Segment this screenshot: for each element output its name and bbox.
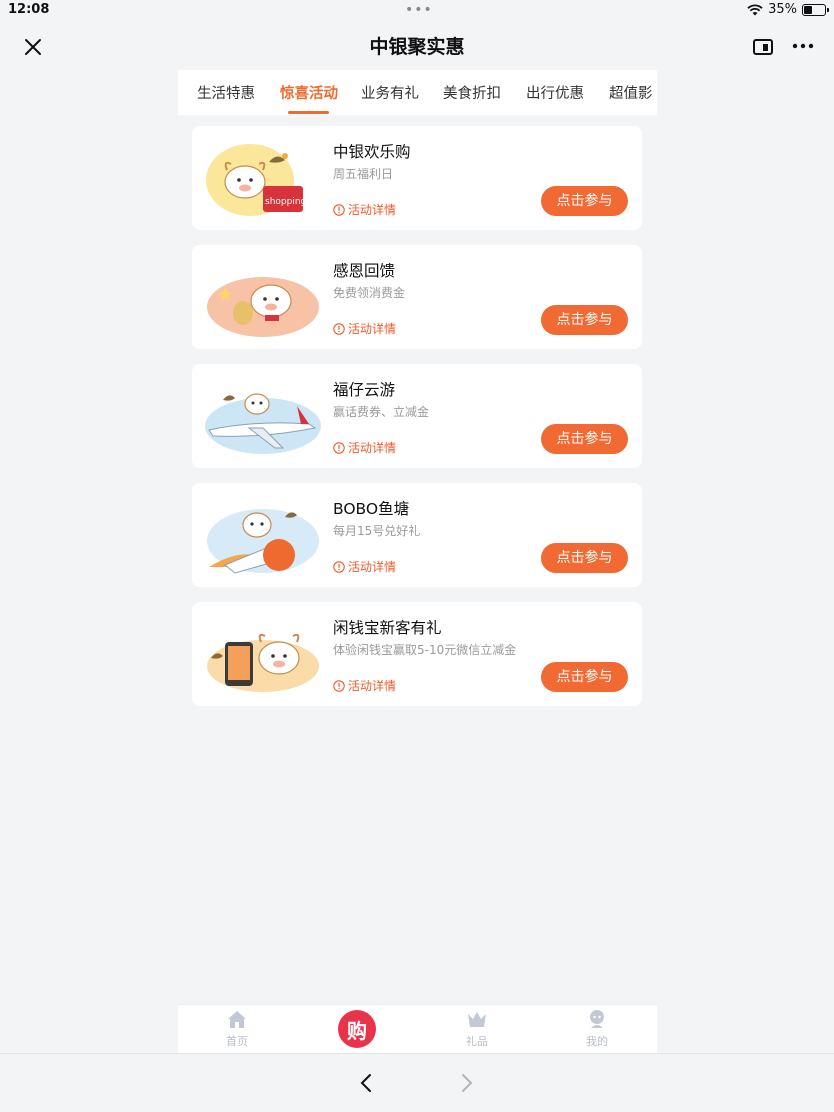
rocket-illustration: [205, 495, 323, 575]
tab-food-discounts[interactable]: 美食折扣: [443, 82, 501, 103]
participate-button[interactable]: 点击参与: [541, 186, 628, 216]
activity-detail-link[interactable]: 活动详情: [333, 677, 396, 694]
tab-mine[interactable]: 我的: [567, 1009, 627, 1049]
more-icon[interactable]: [790, 34, 816, 58]
shopping-bag-text: shopping: [265, 197, 306, 207]
shop-glyph: 购: [347, 1018, 367, 1043]
card-subtitle: 赢话费券、立减金: [333, 405, 430, 419]
forward-arrow-icon[interactable]: [457, 1072, 477, 1094]
detail-label: 活动详情: [348, 560, 397, 574]
card-subtitle: 免费领消费金: [333, 286, 406, 300]
activity-detail-link[interactable]: 活动详情: [333, 439, 396, 456]
multitask-dots-icon[interactable]: •••: [405, 2, 433, 18]
detail-label: 活动详情: [348, 679, 397, 693]
info-icon: [333, 679, 345, 692]
detail-label: 活动详情: [348, 322, 397, 336]
card-subtitle: 体验闲钱宝赢取5-10元微信立减金: [333, 643, 517, 657]
card-subtitle: 周五福利日: [333, 167, 394, 181]
wifi-icon: [747, 3, 763, 15]
activity-card[interactable]: shopping 中银欢乐购 周五福利日 活动详情 点击参与: [192, 126, 642, 230]
card-title: BOBO鱼塘: [333, 500, 410, 518]
info-icon: [333, 322, 345, 335]
tab-travel-offers[interactable]: 出行优惠: [526, 82, 584, 103]
battery-level: [804, 5, 812, 14]
participate-button[interactable]: 点击参与: [541, 424, 628, 454]
status-time: 12:08: [8, 2, 50, 17]
activity-card[interactable]: 感恩回馈 免费领消费金 活动详情 点击参与: [192, 245, 642, 349]
tab-home-label: 首页: [226, 1035, 248, 1048]
card-title: 福仔云游: [333, 381, 396, 399]
crown-icon: [468, 1012, 486, 1027]
airplane-illustration: [205, 376, 323, 456]
info-icon: [333, 203, 345, 216]
card-title: 感恩回馈: [333, 262, 396, 280]
status-bar: 12:08 ••• 35%: [0, 0, 834, 22]
activity-detail-link[interactable]: 活动详情: [333, 558, 396, 575]
tab-business-gifts[interactable]: 业务有礼: [361, 82, 419, 103]
card-title: 中银欢乐购: [333, 143, 411, 161]
info-icon: [333, 441, 345, 454]
floating-window-icon[interactable]: [752, 36, 774, 58]
battery-icon: [802, 3, 829, 16]
tab-home[interactable]: 首页: [207, 1009, 267, 1049]
tab-movie-deals[interactable]: 超值影: [609, 82, 653, 103]
info-icon: [333, 560, 345, 573]
shop-center-button[interactable]: 购: [338, 1010, 376, 1048]
navbar: 中银聚实惠: [0, 22, 834, 70]
battery-percent: 35%: [768, 2, 797, 17]
category-tabs: 生活特惠 惊喜活动 业务有礼 美食折扣 出行优惠 超值影: [178, 70, 657, 115]
participate-button[interactable]: 点击参与: [541, 662, 628, 692]
activity-detail-link[interactable]: 活动详情: [333, 201, 396, 218]
detail-label: 活动详情: [348, 441, 397, 455]
app-tab-bar: 首页 购 礼品 我的: [178, 1004, 657, 1053]
home-icon: [228, 1011, 246, 1028]
browser-toolbar: [0, 1053, 834, 1112]
tab-gifts[interactable]: 礼品: [447, 1009, 507, 1049]
card-subtitle: 每月15号兑好礼: [333, 524, 421, 538]
back-arrow-icon[interactable]: [356, 1072, 376, 1094]
detail-label: 活动详情: [348, 203, 397, 217]
active-tab-indicator: [288, 111, 329, 114]
tab-gifts-label: 礼品: [466, 1035, 488, 1048]
user-icon: [590, 1010, 604, 1028]
activity-card[interactable]: 闲钱宝新客有礼 体验闲钱宝赢取5-10元微信立减金 活动详情 点击参与: [192, 602, 642, 706]
shopping-illustration: shopping: [205, 138, 323, 218]
wealth-illustration: [205, 614, 323, 694]
tab-life-deals[interactable]: 生活特惠: [197, 82, 255, 103]
card-title: 闲钱宝新客有礼: [333, 619, 442, 637]
activity-card[interactable]: 福仔云游 赢话费券、立减金 活动详情 点击参与: [192, 364, 642, 468]
activity-detail-link[interactable]: 活动详情: [333, 320, 396, 337]
tab-surprise-activities[interactable]: 惊喜活动: [280, 82, 338, 103]
content-area: 生活特惠 惊喜活动 业务有礼 美食折扣 出行优惠 超值影 shopping 中银…: [178, 70, 657, 1053]
participate-button[interactable]: 点击参与: [541, 305, 628, 335]
page-title: 中银聚实惠: [369, 36, 465, 58]
activity-card[interactable]: BOBO鱼塘 每月15号兑好礼 活动详情 点击参与: [192, 483, 642, 587]
gratitude-illustration: [205, 257, 323, 337]
participate-button[interactable]: 点击参与: [541, 543, 628, 573]
status-right: 35%: [747, 2, 829, 17]
tab-mine-label: 我的: [586, 1035, 608, 1048]
